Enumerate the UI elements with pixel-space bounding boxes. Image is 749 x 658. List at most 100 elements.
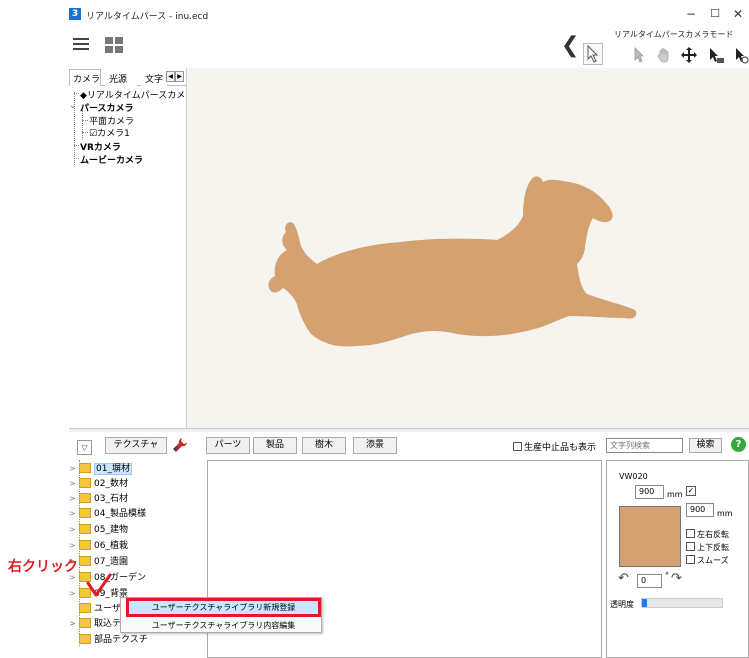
folder-icon <box>79 618 91 628</box>
discontinued-checkbox[interactable]: 生産中止品も表示 <box>513 440 596 453</box>
dog-silhouette <box>268 176 637 347</box>
flip-vertical-checkbox[interactable]: 上下反転 <box>686 542 729 553</box>
tree-item-label: ユーザ <box>94 604 121 614</box>
checkbox-icon[interactable] <box>513 442 522 451</box>
height-unit: mm <box>717 509 733 518</box>
pointer-icon[interactable] <box>629 46 647 64</box>
smooth-checkbox[interactable]: スムーズ <box>686 555 729 566</box>
filter-icon[interactable]: ▽ <box>77 440 92 455</box>
folder-icon <box>79 556 91 566</box>
smooth-label: スムーズ <box>697 556 729 565</box>
width-input[interactable]: 900 <box>635 485 664 499</box>
products-button[interactable]: 製品 <box>253 437 297 454</box>
chevron-right-icon[interactable]: > <box>69 494 79 503</box>
opacity-slider-fill[interactable] <box>642 599 647 607</box>
tab-text[interactable]: 文字 <box>141 69 167 86</box>
hand-icon[interactable] <box>655 46 673 64</box>
zoom-cursor-icon[interactable] <box>707 46 725 64</box>
texture-swatch[interactable] <box>619 506 681 567</box>
chevron-right-icon[interactable]: > <box>69 589 79 598</box>
discontinued-label: 生産中止品も表示 <box>524 443 597 453</box>
grid-icon[interactable] <box>105 37 123 53</box>
aspect-lock-checkbox[interactable]: ✓ <box>686 486 696 496</box>
checkbox-icon[interactable] <box>686 529 695 538</box>
flip-vertical-label: 上下反転 <box>697 543 729 552</box>
right-click-annotation: 右クリック <box>8 559 78 575</box>
folder-icon <box>79 634 91 644</box>
tab-light[interactable]: 光源 <box>105 69 137 86</box>
folder-icon <box>79 493 91 503</box>
parts-button[interactable]: パーツ <box>206 437 250 454</box>
select-cursor-icon[interactable] <box>583 43 603 65</box>
opacity-label: 透明度 <box>610 600 634 609</box>
tree-item-label: 06_植栽 <box>94 541 128 551</box>
flip-horizontal-checkbox[interactable]: 左右反転 <box>686 529 729 540</box>
texture-button[interactable]: テクスチャ <box>105 437 167 454</box>
tree-item-vr-camera[interactable]: VRカメラ <box>80 140 121 153</box>
tree-item-folder[interactable]: >02_数材 <box>69 476 128 490</box>
window-title: リアルタイムパース - inu.ecd <box>86 12 209 22</box>
folder-icon <box>79 540 91 550</box>
camera-tree: ◆リアルタイムパースカメラ ⌄ パースカメラ 平面カメラ ☑カメラ1 VRカメラ… <box>69 86 194 428</box>
opacity-slider[interactable] <box>641 598 723 608</box>
tree-item-label: 取込テ <box>94 619 122 629</box>
height-input[interactable]: 900 <box>686 503 714 517</box>
chevron-right-icon[interactable]: > <box>69 619 79 628</box>
chevron-down-icon[interactable]: ⌄ <box>69 101 77 111</box>
tree-item-folder[interactable]: 部品テクスチ <box>69 632 148 646</box>
rotation-input[interactable]: 0 <box>637 574 662 588</box>
tab-scroll-left-icon[interactable]: ◀ <box>166 71 175 82</box>
tree-item-folder[interactable]: >04_製品模様 <box>69 506 146 520</box>
rotate-left-icon[interactable]: ↶ <box>618 571 629 586</box>
camera-mode-label: リアルタイムパースカメラモード <box>614 30 734 39</box>
tree-item-label: 01_塀材 <box>94 463 132 475</box>
tree-item-folder[interactable]: >03_石材 <box>69 491 128 505</box>
checkbox-icon[interactable] <box>686 555 695 564</box>
search-button[interactable]: 検索 <box>689 438 722 453</box>
tree-item-label: 部品テクスチ <box>94 635 148 645</box>
camera-cursor-icon[interactable] <box>733 46 749 64</box>
minimize-button[interactable]: − <box>681 6 701 22</box>
checkbox-icon[interactable] <box>686 542 695 551</box>
search-input[interactable] <box>606 438 683 453</box>
tree-item-label: 05_建物 <box>94 525 128 535</box>
folder-icon <box>79 478 91 488</box>
folder-icon <box>79 524 91 534</box>
close-button[interactable]: ✕ <box>728 6 748 22</box>
chevron-right-icon[interactable]: > <box>69 509 79 518</box>
tree-item-movie-camera[interactable]: ムービーカメラ <box>80 153 143 166</box>
landscape-button[interactable]: 添景 <box>353 437 397 454</box>
maximize-button[interactable]: ☐ <box>705 6 725 22</box>
tree-item-label: 02_数材 <box>94 479 128 489</box>
tab-scroll-right-icon[interactable]: ▶ <box>175 71 184 82</box>
tree-item-folder[interactable]: > 取込テ <box>69 616 121 630</box>
tab-camera[interactable]: カメラ <box>69 69 101 86</box>
folder-icon <box>79 463 91 473</box>
wrench-icon[interactable] <box>172 437 188 457</box>
tree-item-folder[interactable]: >06_植栽 <box>69 538 128 552</box>
rotate-right-icon[interactable]: ↷ <box>671 571 682 586</box>
3d-viewport[interactable] <box>186 68 749 428</box>
panel-splitter[interactable] <box>69 428 749 432</box>
tree-item-folder[interactable]: >05_建物 <box>69 522 128 536</box>
chevron-right-icon[interactable]: > <box>69 541 79 550</box>
chevron-left-icon[interactable]: ❮ <box>561 33 579 58</box>
menu-item-edit-user-texture[interactable]: ユーザーテクスチャライブラリ内容編集 <box>126 619 321 632</box>
chevron-right-icon[interactable]: > <box>69 464 79 473</box>
menu-item-register-user-texture[interactable]: ユーザーテクスチャライブラリ新規登録 <box>126 598 321 617</box>
tree-item-label: 03_石材 <box>94 494 128 504</box>
tree-item-camera1[interactable]: ☑カメラ1 <box>89 126 130 139</box>
tree-item-realtime-camera[interactable]: ◆リアルタイムパースカメラ <box>80 88 194 101</box>
tree-item-label: 07_造園 <box>94 557 128 567</box>
rotation-unit: ° <box>665 571 669 580</box>
tree-item-perspective-camera[interactable]: パースカメラ <box>80 101 134 114</box>
width-unit: mm <box>667 490 683 499</box>
tree-item-folder[interactable]: >01_塀材 <box>69 461 132 475</box>
chevron-right-icon[interactable]: > <box>69 479 79 488</box>
tree-item-label: 04_製品模様 <box>94 509 146 519</box>
trees-button[interactable]: 樹木 <box>302 437 346 454</box>
hamburger-icon[interactable] <box>73 38 89 52</box>
chevron-right-icon[interactable]: > <box>69 525 79 534</box>
move-icon[interactable] <box>680 46 698 64</box>
help-icon[interactable]: ? <box>731 437 746 452</box>
